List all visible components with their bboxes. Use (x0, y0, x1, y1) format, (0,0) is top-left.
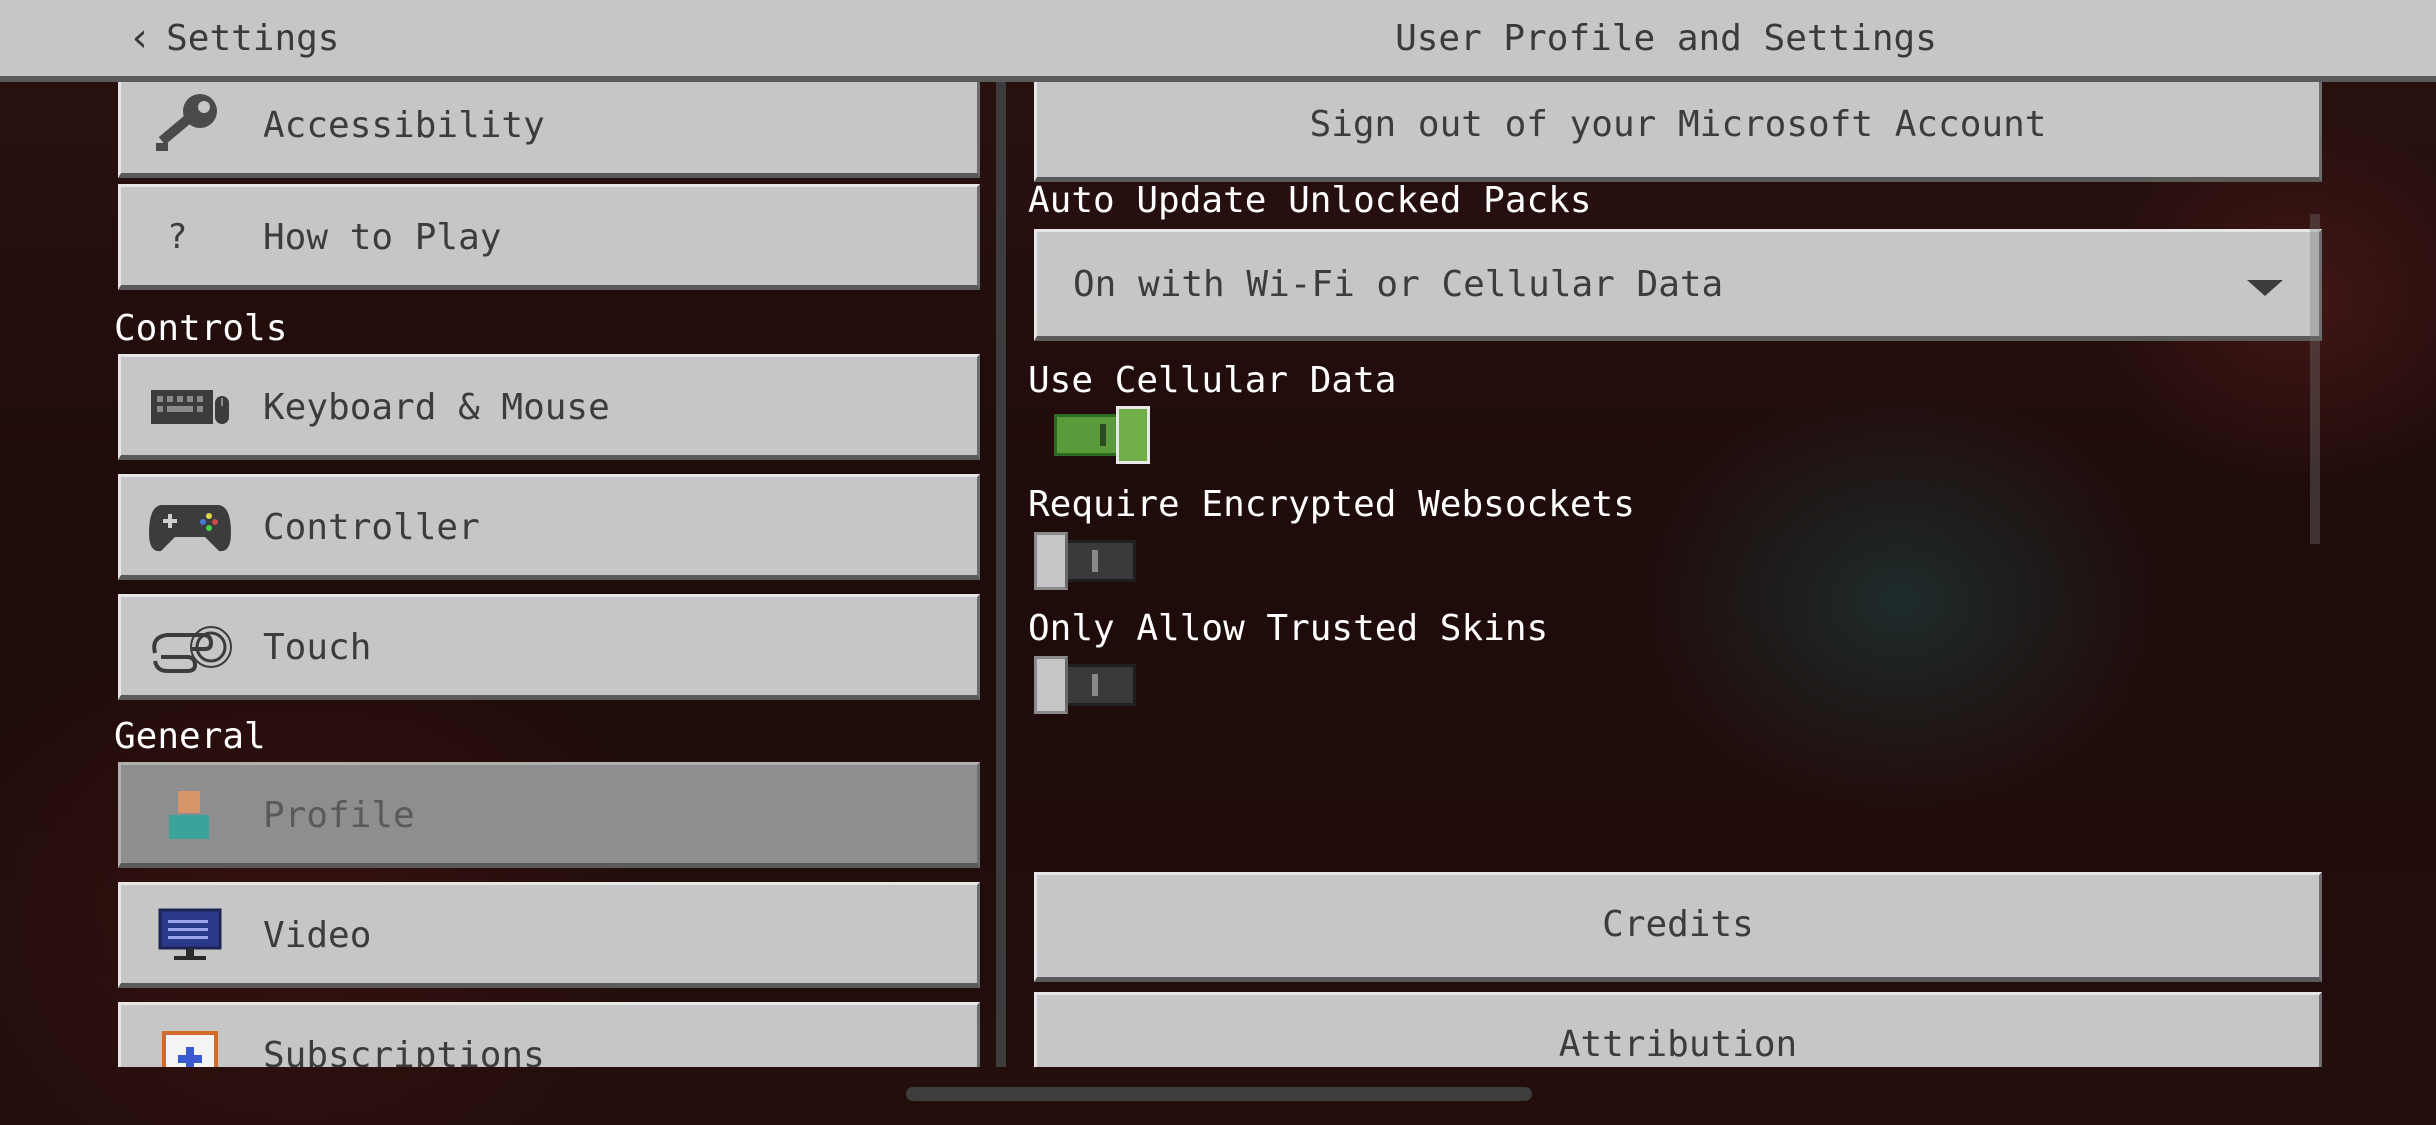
use-cellular-data-label: Use Cellular Data (1028, 360, 1397, 401)
sidebar-item-keyboard-mouse[interactable]: Keyboard & Mouse (118, 354, 980, 460)
chevron-left-icon: ‹ (128, 15, 153, 61)
sidebar-item-how-to-play[interactable]: ? How to Play (118, 184, 980, 290)
sidebar-item-controller[interactable]: Controller (118, 474, 980, 580)
sidebar-item-profile[interactable]: Profile (118, 762, 980, 868)
sidebar-item-label: Touch (263, 627, 372, 668)
toggle-knob (1034, 532, 1068, 590)
profile-icon (147, 787, 233, 843)
sidebar-item-label: Video (263, 915, 372, 956)
only-allow-trusted-skins-label: Only Allow Trusted Skins (1028, 608, 1549, 649)
use-cellular-data-toggle[interactable] (1034, 406, 1150, 464)
auto-update-label: Auto Update Unlocked Packs (1028, 180, 1592, 221)
gamepad-icon (147, 499, 233, 555)
monitor-icon (147, 907, 233, 963)
sidebar-item-accessibility[interactable]: Accessibility (118, 82, 980, 178)
keyboard-icon (147, 379, 233, 435)
header-bar: ‹ Settings User Profile and Settings (0, 0, 2436, 82)
back-label: Settings (166, 17, 340, 59)
sidebar-item-label: Keyboard & Mouse (263, 387, 610, 428)
require-encrypted-websockets-toggle[interactable] (1034, 532, 1138, 590)
section-label-general: General (114, 716, 266, 757)
require-encrypted-websockets-label: Require Encrypted Websockets (1028, 484, 1635, 525)
touch-hand-icon (147, 619, 233, 675)
sidebar-item-label: Accessibility (263, 105, 545, 146)
panel-divider (996, 82, 1006, 1067)
calendar-icon (147, 1027, 233, 1067)
sidebar: Accessibility ? How to Play Controls Key… (0, 82, 996, 1067)
sidebar-item-subscriptions[interactable]: Subscriptions (118, 1002, 980, 1067)
sidebar-item-touch[interactable]: Touch (118, 594, 980, 700)
caret-down-icon (2247, 280, 2283, 296)
question-glyph: ? (167, 217, 188, 257)
sidebar-item-label: How to Play (263, 217, 502, 258)
sidebar-item-video[interactable]: Video (118, 882, 980, 988)
toggle-knob (1116, 406, 1150, 464)
only-allow-trusted-skins-toggle[interactable] (1034, 656, 1138, 714)
auto-update-dropdown[interactable]: On with Wi-Fi or Cellular Data (1034, 229, 2322, 341)
toggle-knob (1034, 656, 1068, 714)
auto-update-value: On with Wi-Fi or Cellular Data (1073, 264, 1724, 305)
sidebar-item-label: Controller (263, 507, 480, 548)
sign-out-button[interactable]: Sign out of your Microsoft Account (1034, 82, 2322, 182)
page-title: User Profile and Settings (1395, 18, 1937, 59)
question-icon: ? (147, 209, 233, 265)
profile-settings-panel: Sign out of your Microsoft Account Auto … (1006, 82, 2436, 1067)
back-button[interactable]: ‹ Settings (128, 15, 340, 61)
attribution-button[interactable]: Attribution (1034, 992, 2322, 1067)
settings-scrollbar[interactable] (2310, 214, 2320, 544)
credits-button[interactable]: Credits (1034, 872, 2322, 982)
key-icon (147, 94, 233, 153)
sidebar-item-label: Subscriptions (263, 1035, 545, 1067)
home-indicator[interactable] (906, 1087, 1532, 1101)
toggle-pip (1100, 424, 1106, 446)
toggle-pip (1092, 674, 1098, 696)
section-label-controls: Controls (114, 308, 288, 349)
toggle-pip (1092, 550, 1098, 572)
sidebar-item-label: Profile (263, 795, 415, 836)
